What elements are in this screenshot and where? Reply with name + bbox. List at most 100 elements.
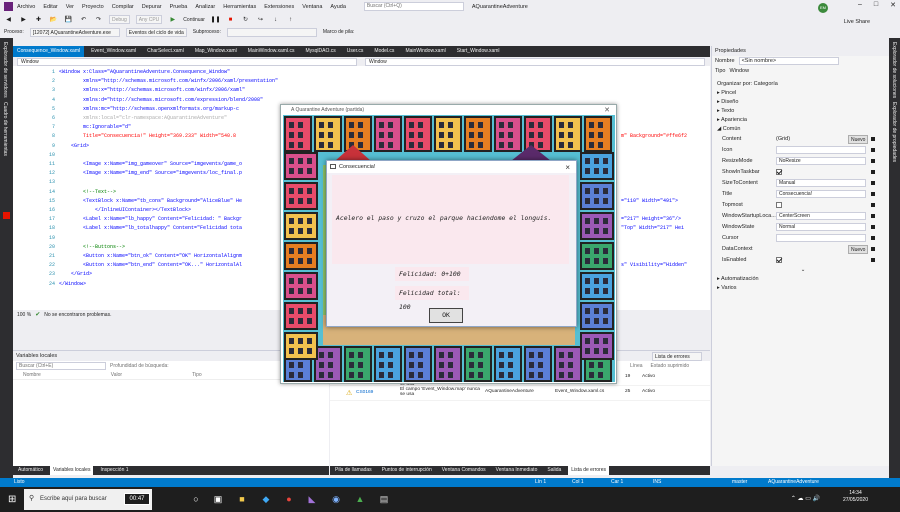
property-marker-icon[interactable] (871, 137, 875, 141)
step-out-icon[interactable]: ↑ (286, 15, 295, 24)
process-select[interactable]: [12072] AQuarantineAdventure.exe (29, 27, 120, 37)
redo-icon[interactable]: ↷ (94, 15, 103, 24)
menu-ayuda[interactable]: Ayuda (330, 4, 346, 10)
tab-mainwindow-xaml[interactable]: MainWindow.xaml (401, 46, 449, 57)
menu-compilar[interactable]: Compilar (112, 4, 134, 10)
menu-archivo[interactable]: Archivo (17, 4, 35, 10)
col-linea[interactable]: Línea (630, 363, 643, 369)
property-checkbox[interactable] (776, 169, 782, 175)
col-tipo[interactable]: Tipo (192, 372, 202, 378)
error-row[interactable]: ⚠ CS0169 El campo 'Event_Window.map' nunca… (330, 386, 710, 401)
tab-pila-llamadas[interactable]: Pila de llamadas (332, 466, 375, 475)
menu-editar[interactable]: Editar (43, 4, 57, 10)
close-icon[interactable]: ✕ (890, 1, 896, 9)
status-repo[interactable]: AQuarantineAdventure (768, 479, 819, 485)
property-select[interactable] (776, 146, 866, 154)
server-explorer-tab[interactable]: Explorador de servidores (2, 42, 8, 98)
live-share-button[interactable]: Live Share (844, 19, 870, 25)
clock[interactable]: 14:34 27/05/2020 (843, 490, 868, 504)
property-explorer-tab[interactable]: Explorador de propiedades (891, 102, 897, 162)
app-icon[interactable]: ◉ (330, 493, 342, 505)
new-item-icon[interactable]: ✚ (34, 15, 43, 24)
store-icon[interactable]: ◆ (260, 493, 272, 505)
category-automatizacion[interactable]: ▸ Automatización (712, 275, 889, 284)
property-marker-icon[interactable] (871, 181, 875, 185)
property-marker-icon[interactable] (871, 159, 875, 163)
open-icon[interactable]: 📂 (49, 15, 58, 24)
save-icon[interactable]: 💾 (64, 15, 73, 24)
tab-user[interactable]: User.cs (343, 46, 368, 57)
windows-start-icon[interactable]: ⊞ (8, 494, 16, 505)
file-explorer-icon[interactable]: ■ (236, 493, 248, 505)
config-select[interactable]: Debug (109, 15, 130, 24)
undo-icon[interactable]: ↶ (79, 15, 88, 24)
new-button[interactable]: Nuevo (848, 135, 869, 144)
property-select[interactable]: Normal (776, 223, 866, 231)
property-select[interactable] (776, 234, 866, 242)
task-view-icon[interactable]: ▣ (212, 493, 224, 505)
locals-search-input[interactable]: Buscar (Ctrl+E) (16, 362, 106, 370)
property-marker-icon[interactable] (871, 170, 875, 174)
tab-event-window[interactable]: Event_Window.xaml (87, 46, 140, 57)
tab-lista-errores[interactable]: Lista de errores (568, 466, 610, 475)
menu-ver[interactable]: Ver (66, 4, 74, 10)
cortana-icon[interactable]: ○ (190, 493, 202, 505)
property-marker-icon[interactable] (871, 225, 875, 229)
visual-studio-icon[interactable]: ◣ (306, 493, 318, 505)
continue-icon[interactable]: ▶ (168, 15, 177, 24)
tab-ventana-comandos[interactable]: Ventana Comandos (439, 466, 489, 475)
maximize-icon[interactable]: □ (874, 1, 878, 9)
continue-button[interactable]: Continuar (183, 17, 205, 23)
stop-icon[interactable]: ■ (226, 15, 235, 24)
tab-automatico[interactable]: Automático (15, 466, 46, 475)
back-icon[interactable]: ◀ (4, 15, 13, 24)
col-valor[interactable]: Valor (111, 372, 122, 378)
property-checkbox[interactable] (776, 202, 782, 208)
menu-extensiones[interactable]: Extensiones (264, 4, 294, 10)
avatar[interactable]: EM (818, 3, 828, 13)
solution-explorer-tab[interactable]: Explorador de soluciones (891, 42, 897, 98)
tab-mysqldao[interactable]: MysqlDAO.cs (301, 46, 339, 57)
tab-charselect[interactable]: CharSelect.xaml (143, 46, 188, 57)
platform-select[interactable]: Any CPU (135, 15, 163, 24)
error-filter-select[interactable]: Lista de errores (652, 351, 702, 361)
app-icon[interactable]: ▲ (354, 493, 366, 505)
minimize-icon[interactable]: – (858, 1, 862, 9)
app-icon[interactable]: ▤ (378, 493, 390, 505)
status-branch[interactable]: master (732, 479, 747, 485)
step-into-icon[interactable]: ↓ (271, 15, 280, 24)
name-input[interactable]: <Sin nombre> (738, 57, 839, 65)
tab-mainwindow-cs[interactable]: MainWindow.xaml.cs (244, 46, 299, 57)
tab-variables-locales[interactable]: Variables locales (50, 466, 94, 475)
tab-map-window[interactable]: Map_Window.xaml (191, 46, 241, 57)
tab-start-window[interactable]: Start_Window.xaml (453, 46, 504, 57)
arrange-by[interactable]: Organizar por: Categoría (712, 80, 889, 89)
category-texto[interactable]: ▸ Texto (712, 107, 889, 116)
nav-right-select[interactable]: Window (365, 57, 705, 66)
system-tray-icons[interactable]: ⌃ ☁ ▭ 🔊 (791, 495, 820, 502)
tab-ventana-inmediato[interactable]: Ventana Inmediato (493, 466, 541, 475)
property-select[interactable]: CenterScreen (776, 212, 866, 220)
property-marker-icon[interactable] (871, 247, 875, 251)
close-icon[interactable]: × (565, 162, 570, 174)
category-diseno[interactable]: ▸ Diseño (712, 98, 889, 107)
nav-left-select[interactable]: Window (17, 57, 357, 66)
menu-depurar[interactable]: Depurar (142, 4, 162, 10)
ok-button[interactable]: OK (429, 308, 463, 323)
restart-icon[interactable]: ↻ (241, 15, 250, 24)
property-checkbox[interactable] (776, 257, 782, 263)
tab-puntos-interrupcion[interactable]: Puntos de interrupción (379, 466, 435, 475)
property-marker-icon[interactable] (871, 203, 875, 207)
tab-salida[interactable]: Salida (544, 466, 564, 475)
property-input[interactable]: Consecuencia! (776, 190, 866, 198)
property-marker-icon[interactable] (871, 236, 875, 240)
property-select[interactable]: Manual (776, 179, 866, 187)
breakpoint-icon[interactable] (3, 212, 10, 219)
menu-herramientas[interactable]: Herramientas (223, 4, 256, 10)
menu-ventana[interactable]: Ventana (302, 4, 322, 10)
menu-analizar[interactable]: Analizar (195, 4, 215, 10)
chevron-down-icon[interactable]: ⌄ (712, 266, 889, 275)
col-estado[interactable]: Estado suprimido (651, 363, 690, 369)
category-comun[interactable]: ◢ Común (712, 125, 889, 134)
property-marker-icon[interactable] (871, 148, 875, 152)
